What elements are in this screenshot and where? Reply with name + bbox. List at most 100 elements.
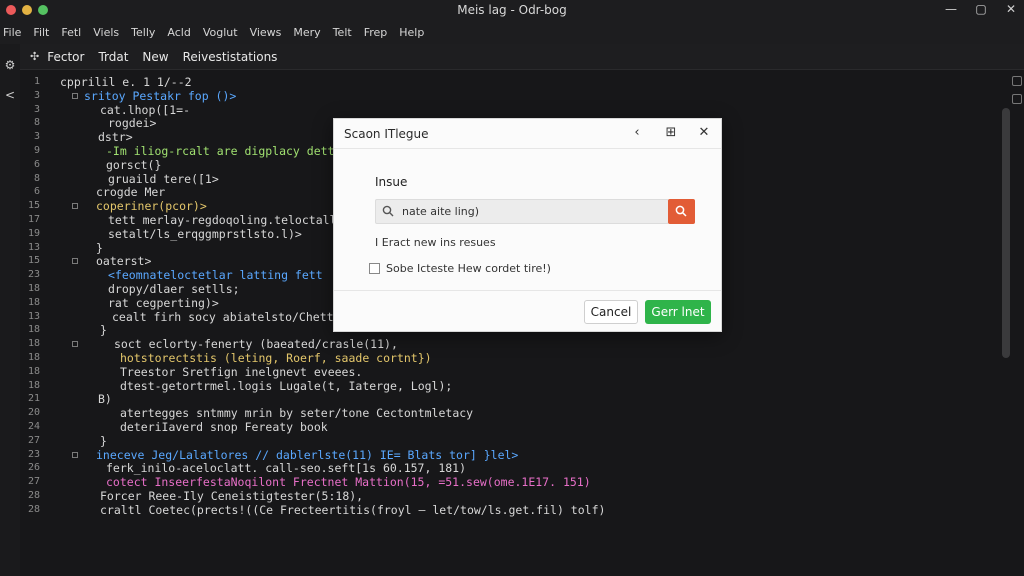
window-controls: — ▢ ✕ [944, 1, 1018, 17]
toolbar: ✣ Fector Trdat New Reivestistations [0, 44, 1024, 70]
line-number: 27 [27, 434, 40, 446]
dialog-divider [334, 290, 721, 291]
code-line[interactable]: -Im iliog-rcalt are digplacy dettle [106, 144, 348, 158]
line-number: 20 [27, 407, 40, 419]
code-line[interactable]: rogdei> [108, 116, 156, 130]
code-line[interactable]: sritoy Pestakr fop ()> [84, 89, 236, 103]
line-number: 8 [33, 117, 40, 129]
code-line[interactable]: soct eclorty-fenerty (baeated/crasle(11)… [114, 337, 398, 351]
toolbar-trdat[interactable]: Trdat [98, 50, 128, 64]
code-line[interactable]: Treestor Sretfign inelgnevt eveees. [120, 365, 362, 379]
code-line[interactable]: gruaild tere([1> [108, 172, 219, 186]
code-line[interactable]: craltl Coetec(prects!((Ce Frecteertitis(… [100, 503, 605, 517]
confirm-button[interactable]: Gerr lnet [645, 300, 711, 324]
search-button-icon [675, 205, 687, 217]
title-bar: Meis lag - Odr-bog — ▢ ✕ [0, 0, 1024, 20]
option-checkbox[interactable] [369, 263, 380, 274]
line-number: 6 [33, 158, 40, 170]
line-number: 6 [33, 186, 40, 198]
line-number: 24 [27, 421, 40, 432]
toolbar-reivestistations[interactable]: Reivestistations [183, 50, 278, 64]
chevron-left-icon[interactable]: ‹ [629, 125, 645, 141]
minimize-icon[interactable]: — [944, 1, 958, 17]
search-icon [382, 205, 394, 217]
restore-icon[interactable]: ▢ [974, 1, 988, 17]
line-number: 26 [27, 462, 40, 474]
code-line[interactable]: setalt/ls_erqggmprstlsto.l)> [108, 227, 302, 241]
line-number: 18 [27, 352, 40, 363]
maximize-icon[interactable]: ⊞ [663, 125, 679, 141]
menu-voglut[interactable]: Voglut [203, 26, 238, 39]
code-line[interactable]: ferk_inilo-aceloclatt. call-seo.seft[1s … [106, 461, 466, 475]
menu-telly[interactable]: Telly [131, 26, 155, 39]
close-dialog-icon[interactable]: ✕ [696, 125, 712, 141]
code-line[interactable]: cat.lhop([1=- [100, 103, 190, 117]
toolbar-new[interactable]: New [142, 50, 168, 64]
issue-label: Insue [375, 175, 408, 189]
code-line[interactable]: atertegges sntmmy mrin by seter/tone Cec… [120, 406, 473, 420]
menu-fetl[interactable]: Fetl [61, 26, 81, 39]
line-number: 15 [27, 200, 40, 212]
extensions-icon[interactable]: ⚙ [3, 58, 17, 72]
menu-acld[interactable]: Acld [167, 26, 190, 39]
menu-viels[interactable]: Viels [93, 26, 119, 39]
menu-file[interactable]: File [3, 26, 21, 39]
line-number: 1 [33, 76, 40, 87]
code-line[interactable]: coperiner(pcor)> [96, 199, 207, 213]
fold-marker[interactable] [72, 92, 78, 99]
issue-search-input[interactable]: nate aite ling) [375, 199, 669, 224]
menu-views[interactable]: Views [250, 26, 282, 39]
code-line[interactable]: cealt firh socy abiatelsto/Chettsy [112, 310, 347, 324]
code-line[interactable]: dropy/dlaer setlls; [108, 282, 240, 296]
toolbar-fector[interactable]: Fector [47, 50, 84, 64]
code-line[interactable]: } [100, 323, 107, 337]
code-line[interactable]: dtest-getortrmel.logis Lugale(t, Iaterge… [120, 379, 452, 393]
code-line[interactable]: B) [98, 392, 112, 406]
code-line[interactable]: rat cegperting)> [108, 296, 219, 310]
cancel-button[interactable]: Cancel [584, 300, 638, 324]
menu-frep[interactable]: Frep [364, 26, 388, 39]
code-line[interactable]: hotstorectstis (leting, Roerf, saade cor… [120, 351, 432, 365]
fold-marker[interactable] [72, 258, 78, 265]
expand-icon[interactable]: ✣ [30, 50, 39, 63]
menu-filt[interactable]: Filt [33, 26, 49, 39]
code-line[interactable]: gorsct(} [106, 158, 161, 172]
code-line[interactable]: dstr> [98, 130, 133, 144]
line-number: 3 [33, 89, 40, 101]
fold-marker[interactable] [72, 451, 78, 458]
line-number: 28 [27, 503, 40, 515]
line-number: 18 [27, 324, 40, 336]
code-line[interactable]: oaterst> [96, 254, 151, 268]
menu-telt[interactable]: Telt [333, 26, 352, 39]
menu-mery[interactable]: Mery [293, 26, 320, 39]
code-line[interactable]: <feomnateloctetlar latting fett [108, 268, 323, 282]
code-line[interactable]: Forcer Reee-Ily Ceneistigtester(5:18), [100, 489, 363, 503]
line-number: 8 [33, 172, 40, 184]
code-line[interactable]: deteriIaverd snop Fereaty book [120, 420, 328, 434]
vertical-scrollbar[interactable] [1002, 108, 1010, 358]
panel-icon[interactable] [1012, 76, 1022, 86]
line-number: 9 [33, 145, 40, 156]
code-line[interactable]: crogde Mer [96, 185, 165, 199]
code-line[interactable]: cpprilil e. 1 1/--2 [60, 75, 192, 89]
search-input-value: nate aite ling) [402, 205, 480, 218]
line-number: 3 [33, 103, 40, 115]
fold-marker[interactable] [72, 203, 78, 210]
code-line[interactable]: ineceve Jeg/Lalatlores // dablerlste(11)… [96, 448, 518, 462]
line-number: 13 [27, 310, 40, 322]
close-icon[interactable]: ✕ [1004, 1, 1018, 17]
search-button[interactable] [668, 199, 695, 224]
code-line[interactable]: } [100, 434, 107, 448]
menu-help[interactable]: Help [399, 26, 424, 39]
fold-marker[interactable] [72, 341, 78, 348]
code-line[interactable]: cotect InseerfestaNoqilont Frectnet Matt… [106, 475, 591, 489]
line-number: 18 [27, 338, 40, 350]
code-line[interactable]: } [96, 241, 103, 255]
panel-icon-2[interactable] [1012, 94, 1022, 104]
line-number: 13 [27, 241, 40, 253]
back-icon[interactable]: < [3, 88, 17, 102]
line-number-gutter: 1 3 3 8 3 9 6 8 6 15 17 19 13 15 23 18 18 13 18 18 18 18 18 21 2… [20, 70, 48, 576]
code-line[interactable]: tett merlay-regdoqoling.teloctall [108, 213, 336, 227]
line-number: 17 [27, 214, 40, 225]
option-exact-new-issues[interactable]: I Eract new ins resues [375, 236, 496, 249]
